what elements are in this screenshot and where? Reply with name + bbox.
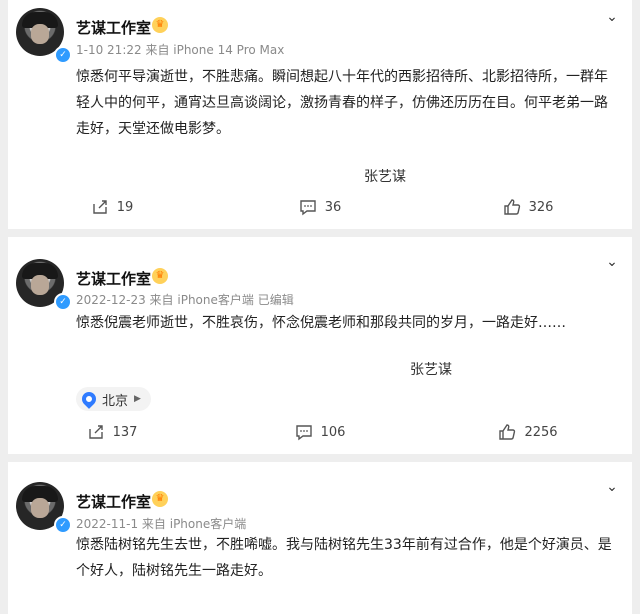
comment-icon (295, 425, 312, 441)
comment-button[interactable]: 106 (216, 423, 424, 441)
like-count: 2256 (524, 424, 558, 440)
author-name[interactable]: 艺谋工作室 (76, 17, 151, 38)
crown-icon: ♛ (152, 17, 168, 33)
comment-count: 36 (324, 199, 342, 215)
author-name[interactable]: 艺谋工作室 (76, 268, 151, 289)
repost-button[interactable]: 19 (8, 198, 216, 216)
post-meta: 2022-11-1 来自 iPhone客户端 (76, 517, 247, 531)
chevron-down-icon[interactable]: ⌄ (604, 10, 620, 24)
like-count: 326 (528, 199, 554, 215)
post-text: 惊悉倪震老师逝世，不胜哀伤，怀念倪震老师和那段共同的岁月，一路走好…… (76, 315, 566, 331)
verified-icon: ✓ (54, 46, 72, 64)
repost-count: 137 (112, 424, 138, 440)
verified-icon: ✓ (54, 293, 72, 311)
weibo-post: ✓ 艺谋工作室 ♛ 2022-11-1 来自 iPhone客户端 ⌄ 惊悉陆树铭… (8, 462, 632, 614)
crown-icon: ♛ (152, 491, 168, 507)
repost-icon (88, 425, 103, 439)
weibo-post: ✓ 艺谋工作室 ♛ 1-10 21:22 来自 iPhone 14 Pro Ma… (8, 0, 632, 229)
location-label: 北京 (102, 393, 129, 409)
action-bar: 19 36 326 (8, 198, 632, 216)
caret-right-icon: ▶ (134, 394, 141, 404)
chevron-down-icon[interactable]: ⌄ (604, 480, 620, 494)
location-pin-icon (79, 389, 99, 409)
action-bar: 137 106 2256 (8, 423, 632, 441)
comment-icon (300, 200, 316, 216)
author-name[interactable]: 艺谋工作室 (76, 491, 151, 512)
repost-button[interactable]: 137 (8, 423, 216, 441)
post-signature: 张艺谋 (410, 362, 452, 378)
comment-count: 106 (320, 424, 346, 440)
crown-icon: ♛ (152, 268, 168, 284)
post-meta: 2022-12-23 来自 iPhone客户端 已编辑 (76, 293, 294, 307)
comment-button[interactable]: 36 (216, 198, 424, 216)
location-tag[interactable]: 北京 ▶ (76, 387, 151, 411)
repost-icon (93, 200, 107, 214)
like-icon (503, 199, 520, 215)
repost-count: 19 (116, 199, 134, 215)
post-signature: 张艺谋 (364, 169, 406, 185)
verified-icon: ✓ (54, 516, 72, 534)
like-icon (499, 424, 516, 440)
like-button[interactable]: 326 (424, 198, 632, 216)
like-button[interactable]: 2256 (424, 423, 632, 441)
chevron-down-icon[interactable]: ⌄ (604, 255, 620, 269)
post-text: 惊悉陆树铭先生去世，不胜唏嘘。我与陆树铭先生33年前有过合作，他是个好演员、是个… (76, 537, 612, 579)
post-text: 惊悉何平导演逝世，不胜悲痛。瞬间想起八十年代的西影招待所、北影招待所，一群年轻人… (76, 69, 608, 137)
weibo-post: ✓ 艺谋工作室 ♛ 2022-12-23 来自 iPhone客户端 已编辑 ⌄ … (8, 237, 632, 454)
post-meta: 1-10 21:22 来自 iPhone 14 Pro Max (76, 43, 285, 57)
